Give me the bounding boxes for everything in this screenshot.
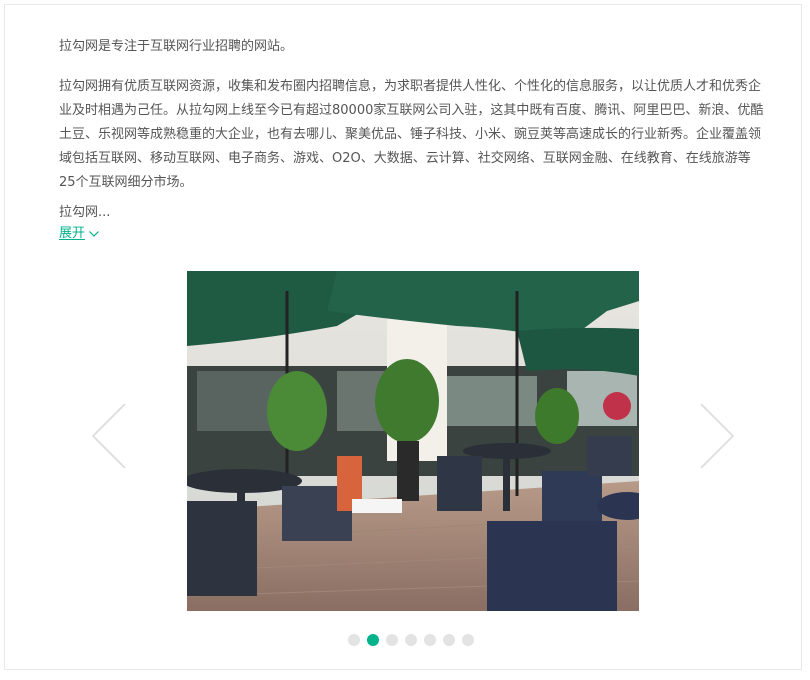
carousel-dot[interactable] [424, 634, 436, 646]
carousel-slide-image [187, 271, 639, 611]
carousel-next-button[interactable] [699, 403, 735, 473]
photo-carousel [5, 271, 803, 661]
cafe-terrace-photo [187, 271, 639, 611]
carousel-dot[interactable] [386, 634, 398, 646]
carousel-dot[interactable] [443, 634, 455, 646]
expand-label: 展开 [59, 226, 86, 241]
company-intro-card: 拉勾网是专注于互联网行业招聘的网站。 拉勾网拥有优质互联网资源，收集和发布圈内招… [4, 4, 802, 670]
chevron-down-icon [89, 231, 99, 237]
carousel-prev-button[interactable] [91, 403, 127, 473]
intro-truncated: 拉勾网... [59, 205, 111, 220]
chevron-left-icon [91, 403, 126, 469]
intro-line1: 拉勾网是专注于互联网行业招聘的网站。 [59, 39, 294, 54]
carousel-dot-active[interactable] [367, 634, 379, 646]
carousel-dot[interactable] [405, 634, 417, 646]
expand-link[interactable]: 展开 [59, 224, 99, 244]
carousel-indicators [348, 634, 474, 646]
carousel-dot[interactable] [462, 634, 474, 646]
chevron-right-icon [700, 403, 735, 469]
intro-paragraph: 拉勾网拥有优质互联网资源，收集和发布圈内招聘信息，为求职者提供人性化、个性化的信… [59, 79, 764, 190]
carousel-dot[interactable] [348, 634, 360, 646]
